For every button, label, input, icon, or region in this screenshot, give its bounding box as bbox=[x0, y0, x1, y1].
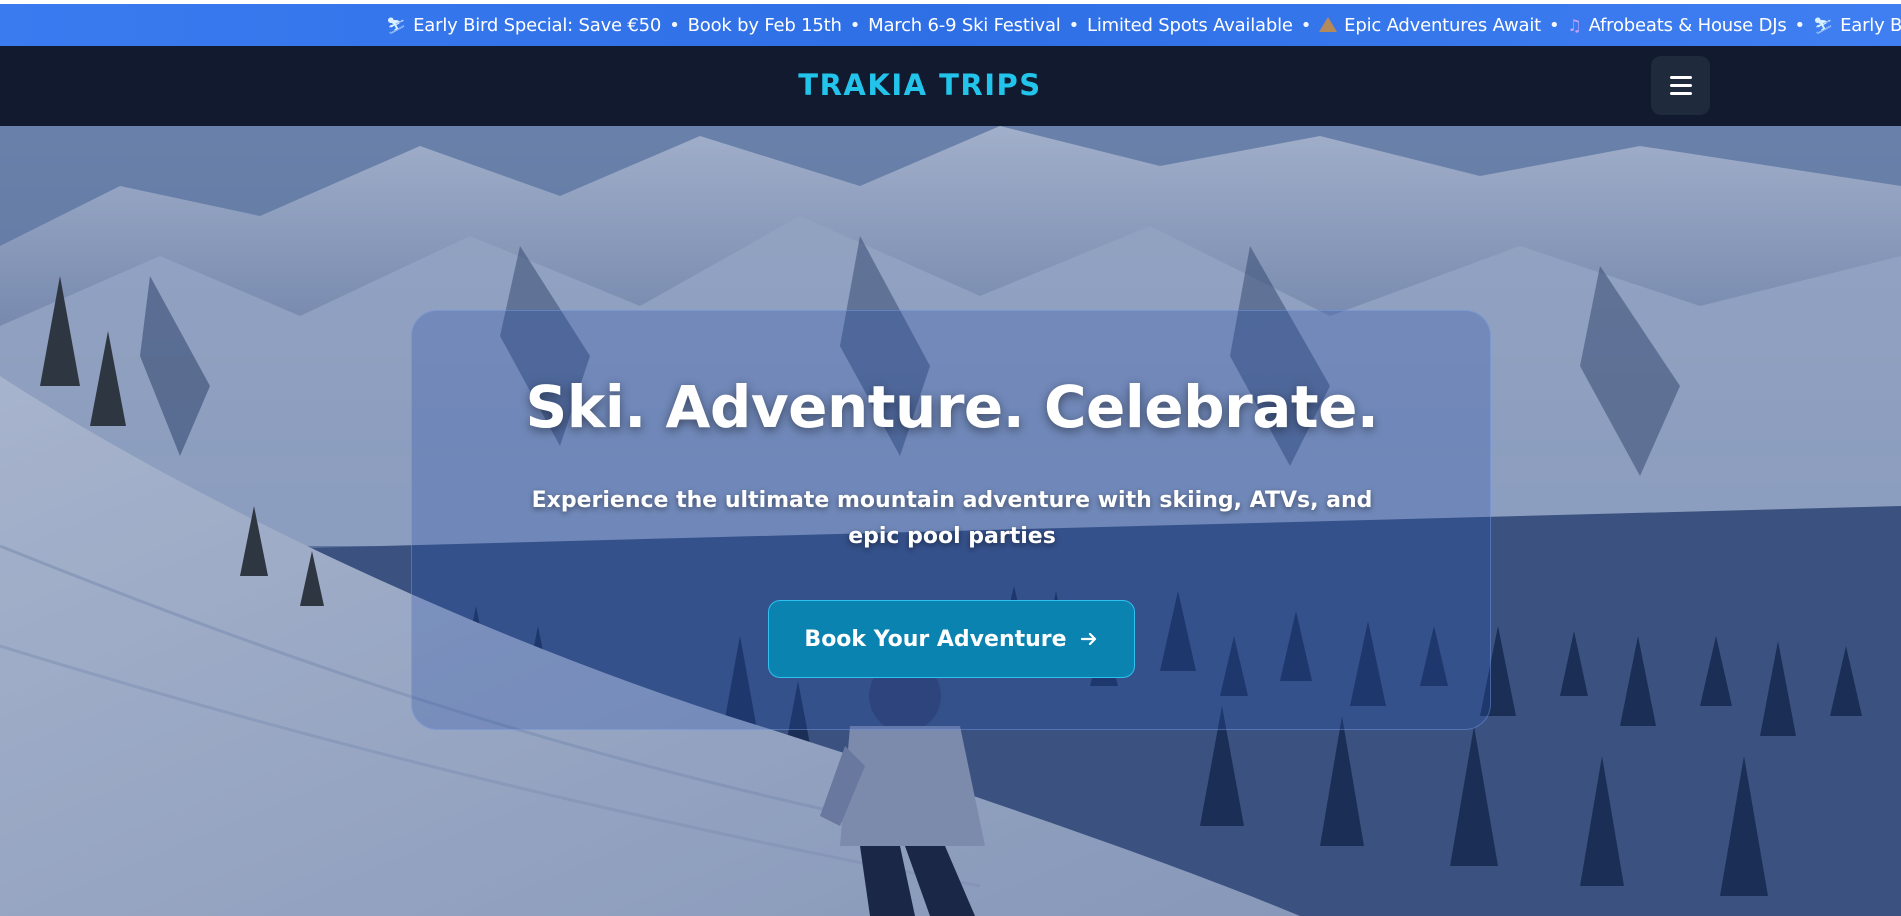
ticker-item-text: Epic Adventures Await bbox=[1344, 14, 1541, 36]
book-adventure-button[interactable]: Book Your Adventure bbox=[768, 600, 1135, 678]
ticker-item: ⛷ Early Bird Special: Save €50 bbox=[386, 15, 661, 36]
ticker-track: ⛷ Early Bird Special: Save €50 • Book by… bbox=[386, 4, 1901, 46]
ticker-separator: • bbox=[669, 14, 680, 36]
skier-icon: ⛷ bbox=[1812, 15, 1834, 35]
ticker-item-text: Limited Spots Available bbox=[1087, 14, 1293, 36]
hero-section: Ski. Adventure. Celebrate. Experience th… bbox=[0, 126, 1901, 916]
ticker-separator: • bbox=[1549, 14, 1560, 36]
hamburger-menu-icon bbox=[1669, 76, 1692, 95]
brand-logo[interactable]: TRAKIA TRIPS bbox=[0, 68, 1840, 102]
hero-subtitle: Experience the ultimate mountain adventu… bbox=[531, 488, 1373, 549]
ticker-item: Epic Adventures Await bbox=[1319, 15, 1541, 36]
ticker-item-text: Book by Feb 15th bbox=[687, 14, 842, 36]
hero-card: Ski. Adventure. Celebrate. Experience th… bbox=[411, 310, 1491, 730]
ticker-separator: • bbox=[1300, 14, 1312, 36]
ticker-separator: • bbox=[849, 14, 861, 36]
ticker-item: ⛷ Early Bird Special: Save €50 bbox=[1813, 15, 1901, 36]
ticker-item: March 6-9 Ski Festival bbox=[868, 14, 1061, 36]
ticker-item-text: March 6-9 Ski Festival bbox=[868, 14, 1061, 36]
ticker-separator: • bbox=[1794, 14, 1806, 36]
arrow-right-icon bbox=[1080, 632, 1096, 646]
announcement-ticker: ⛷ Early Bird Special: Save €50 • Book by… bbox=[0, 4, 1901, 46]
ticker-item: ♫ Afrobeats & House DJs bbox=[1567, 15, 1786, 36]
skier-icon: ⛷ bbox=[386, 15, 407, 35]
ticker-item-text: Afrobeats & House DJs bbox=[1588, 14, 1787, 36]
music-note-icon: ♫ bbox=[1567, 15, 1582, 35]
ticker-item-text: Early Bird Special: Save €50 bbox=[413, 14, 662, 36]
book-adventure-label: Book Your Adventure bbox=[804, 626, 1067, 652]
menu-button[interactable] bbox=[1651, 56, 1710, 115]
ticker-item: Limited Spots Available bbox=[1087, 15, 1293, 36]
site-header: TRAKIA TRIPS bbox=[0, 46, 1901, 126]
ticker-item-text: Early Bird Special: Save €50 bbox=[1840, 14, 1901, 36]
ticker-separator: • bbox=[1068, 14, 1080, 36]
mountain-icon bbox=[1319, 16, 1338, 32]
hero-title: Ski. Adventure. Celebrate. bbox=[525, 373, 1379, 441]
ticker-item: Book by Feb 15th bbox=[688, 15, 842, 36]
page: ⛷ Early Bird Special: Save €50 • Book by… bbox=[0, 0, 1901, 916]
